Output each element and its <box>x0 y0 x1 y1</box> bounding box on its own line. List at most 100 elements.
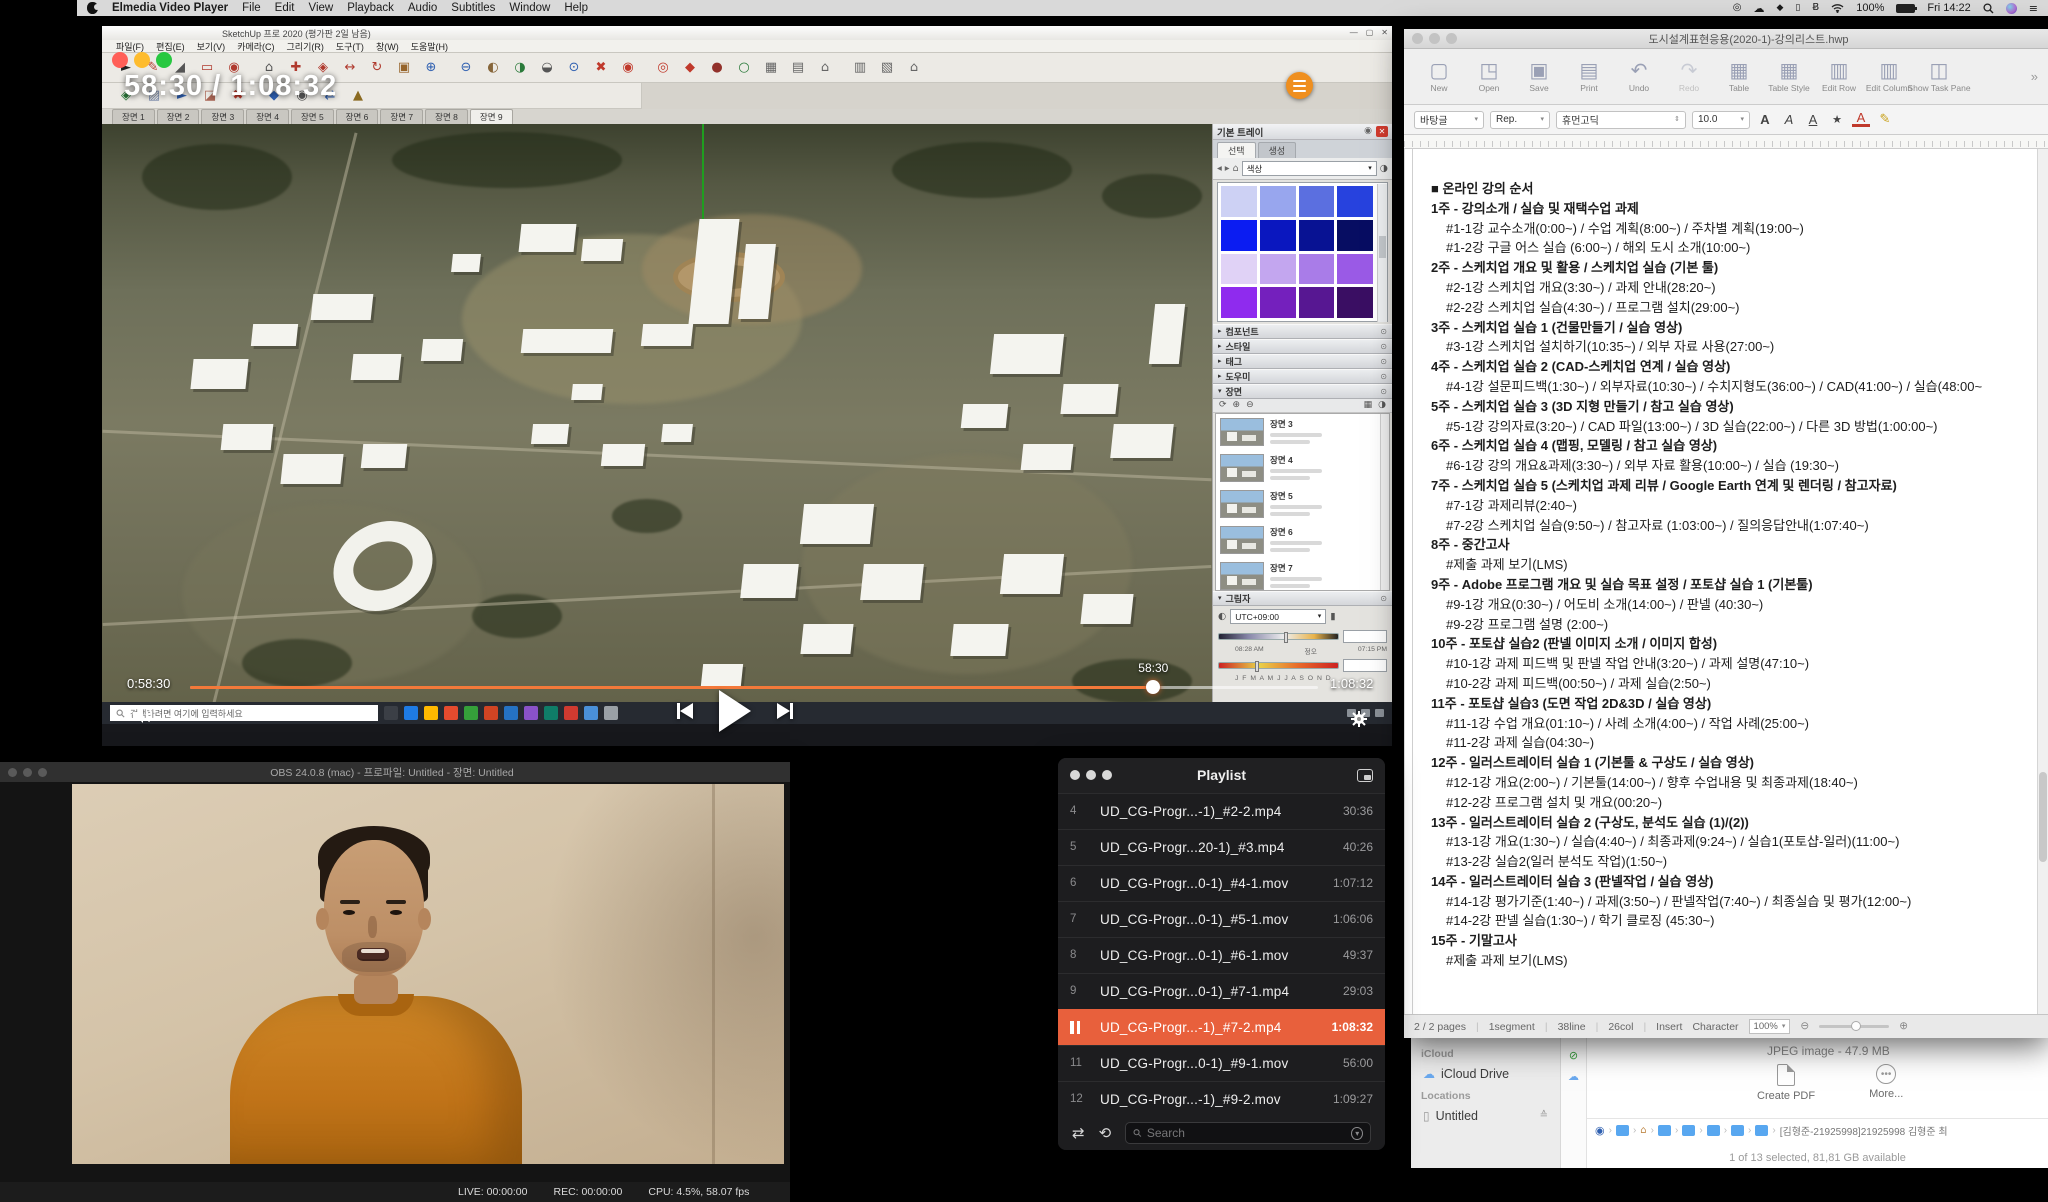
color-swatch[interactable] <box>1221 220 1257 251</box>
seek-scrubber[interactable] <box>1146 680 1160 694</box>
shadows-section-header[interactable]: ▾그림자 ⊙ <box>1213 591 1392 606</box>
play-button[interactable] <box>719 690 751 732</box>
taskbar-app-icon[interactable] <box>504 706 518 720</box>
sketchup-menu[interactable]: 도구(T) <box>336 40 364 53</box>
zoom-out-button[interactable]: ⊖ <box>1800 1021 1809 1032</box>
tray-close-button[interactable]: ✕ <box>1376 126 1388 137</box>
home-icon[interactable]: ⌂ <box>1233 164 1239 174</box>
scene-list-item[interactable]: 장면 6 <box>1216 522 1389 558</box>
tray-pin-icon[interactable]: ◉ <box>1364 127 1372 136</box>
style-dropdown[interactable]: 바탕글▾ <box>1414 111 1484 129</box>
settings-gear-button[interactable] <box>1350 710 1368 728</box>
playlist-row[interactable]: 6 UD_CG-Progr...0-1)_#4-1.mov 1:07:12 <box>1058 865 1385 901</box>
time-value-box[interactable] <box>1343 630 1387 643</box>
toolbar-icon[interactable]: ○ <box>732 57 756 79</box>
sample-paint-icon[interactable]: ◑ <box>1380 164 1388 174</box>
status-character-mode[interactable]: Character <box>1692 1021 1738 1033</box>
color-swatch[interactable] <box>1299 220 1335 251</box>
scene-tab[interactable]: 장면 5 <box>291 109 334 124</box>
scene-tab[interactable]: 장면 6 <box>336 109 379 124</box>
scenes-section-header[interactable]: ▾장면 ⊙ <box>1213 384 1392 399</box>
hwp-toolbar-button[interactable]: ▥ Edit Row <box>1814 60 1864 93</box>
scene-tab[interactable]: 장면 1 <box>112 109 155 124</box>
scene-update-icon[interactable]: ⟳ <box>1219 401 1227 410</box>
taskbar-app-icon[interactable] <box>584 706 598 720</box>
taskbar-app-icon[interactable] <box>604 706 618 720</box>
toolbar-icon[interactable]: ✖ <box>589 57 613 79</box>
taskbar-app-icon[interactable] <box>484 706 498 720</box>
scene-tab[interactable]: 장면 7 <box>380 109 423 124</box>
materials-tab[interactable]: 선택 <box>1217 142 1256 158</box>
shuffle-icon[interactable]: ⇄ <box>1072 1126 1085 1141</box>
obs-status-icon[interactable]: ◎ <box>1733 3 1742 13</box>
finder-path-bar[interactable]: ◉› › ⌂› › › › › › [김형준-21925998]21925998… <box>1587 1118 2048 1142</box>
toolbar-icon[interactable]: ▦ <box>759 57 783 79</box>
date-slider[interactable] <box>1218 662 1339 669</box>
menubar-menu[interactable]: View <box>308 2 333 14</box>
previous-button[interactable] <box>677 703 693 719</box>
scene-view-icon[interactable]: ▦ <box>1364 401 1373 410</box>
sketchup-viewport[interactable] <box>102 124 1212 724</box>
hwp-toolbar-button[interactable]: ▢ New <box>1414 60 1464 93</box>
playlist-search-field[interactable]: ▾ <box>1125 1122 1371 1144</box>
zoom-slider[interactable] <box>1819 1025 1889 1028</box>
scene-tab[interactable]: 장면 4 <box>246 109 289 124</box>
next-button[interactable] <box>777 703 793 719</box>
toolbar-icon[interactable]: ▥ <box>848 57 872 79</box>
repeat-icon[interactable]: ⟲ <box>1099 1126 1112 1141</box>
color-swatch[interactable] <box>1260 220 1296 251</box>
tray-section-header[interactable]: ▸태그 ⊙ <box>1213 354 1392 369</box>
scene-add-icon[interactable]: ⊕ <box>1233 401 1241 410</box>
scene-remove-icon[interactable]: ⊖ <box>1246 401 1254 410</box>
windows-window-controls[interactable]: —▢✕ <box>1350 28 1388 37</box>
font-color-button[interactable]: A <box>1852 112 1870 127</box>
toolbar-icon[interactable]: ⊖ <box>454 57 478 79</box>
toolbar-icon[interactable]: ◐ <box>481 57 505 79</box>
bold-button[interactable]: A <box>1756 112 1774 127</box>
create-pdf-button[interactable]: Create PDF <box>1757 1064 1815 1102</box>
obs-window-controls[interactable] <box>8 768 47 777</box>
text-effect-button[interactable]: ★ <box>1828 114 1846 125</box>
sketchup-menu[interactable]: 파일(F) <box>116 40 144 53</box>
sketchup-menu[interactable]: 카메라(C) <box>237 40 274 53</box>
underline-button[interactable]: A <box>1804 112 1822 127</box>
scene-tab[interactable]: 장면 9 <box>470 109 513 124</box>
color-swatch[interactable] <box>1337 287 1373 318</box>
zoom-in-button[interactable]: ⊕ <box>1899 1021 1908 1032</box>
toolbar-icon[interactable]: ◑ <box>508 57 532 79</box>
zoom-dropdown[interactable]: 100%▾ <box>1749 1019 1791 1034</box>
time-slider[interactable] <box>1218 633 1339 640</box>
toolbar-icon[interactable]: ⊙ <box>562 57 586 79</box>
taskbar-app-icon[interactable] <box>524 706 538 720</box>
taskbar-app-icon[interactable] <box>564 706 578 720</box>
sketchup-menu[interactable]: 편집(E) <box>156 40 185 53</box>
italic-button[interactable]: A <box>1780 112 1798 127</box>
playlist-row[interactable]: 12 UD_CG-Progr...-1)_#9-2.mov 1:09:27 <box>1058 1081 1385 1117</box>
webcam-preview[interactable] <box>72 784 784 1164</box>
taskbar-app-icon[interactable] <box>464 706 478 720</box>
rep-dropdown[interactable]: Rep.▾ <box>1490 111 1550 129</box>
search-filter-icon[interactable]: ▾ <box>1351 1127 1363 1140</box>
color-swatch[interactable] <box>1221 254 1257 285</box>
color-swatch[interactable] <box>1299 287 1335 318</box>
playlist-row[interactable]: 4 UD_CG-Progr...-1)_#2-2.mp4 30:36 <box>1058 793 1385 829</box>
toolbar-icon[interactable]: ◒ <box>535 57 559 79</box>
toolbar-icon[interactable]: ● <box>705 57 729 79</box>
menubar-menu[interactable]: Help <box>564 2 588 14</box>
eject-icon[interactable]: ≙ <box>1540 1111 1548 1121</box>
playlist-row[interactable]: 9 UD_CG-Progr...0-1)_#7-1.mp4 29:03 <box>1058 973 1385 1009</box>
status-insert-mode[interactable]: Insert <box>1656 1021 1682 1033</box>
scene-tab[interactable]: 장면 8 <box>425 109 468 124</box>
hwp-toolbar-button[interactable]: ◳ Open <box>1464 60 1514 93</box>
color-swatch[interactable] <box>1260 186 1296 217</box>
scene-list-scrollbar[interactable] <box>1380 414 1389 590</box>
toolbar-icon[interactable]: ⌂ <box>813 57 837 79</box>
menubar-menu[interactable]: Playback <box>347 2 394 14</box>
hwp-toolbar-button[interactable]: ◫ Show Task Pane <box>1914 60 1964 93</box>
color-swatch[interactable] <box>1337 220 1373 251</box>
color-swatch[interactable] <box>1337 186 1373 217</box>
palette-scrollbar[interactable] <box>1377 184 1387 322</box>
scene-tab[interactable]: 장면 3 <box>201 109 244 124</box>
toolbar-icon[interactable]: ↔ <box>338 57 362 79</box>
hwp-toolbar-button[interactable]: ▦ Table Style <box>1764 60 1814 93</box>
